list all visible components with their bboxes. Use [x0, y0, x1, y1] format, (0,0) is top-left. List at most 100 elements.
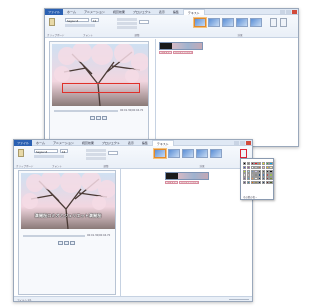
- color-swatch[interactable]: [258, 180, 262, 185]
- color-swatch[interactable]: [246, 177, 250, 181]
- close-button[interactable]: [292, 10, 297, 14]
- more-colors-item[interactable]: その他の色...: [243, 195, 257, 199]
- color-swatch[interactable]: [258, 173, 262, 177]
- duration-box[interactable]: [139, 20, 149, 24]
- font-size-box[interactable]: 16: [91, 18, 99, 23]
- color-swatch[interactable]: [258, 177, 262, 181]
- group-label: フォント: [82, 34, 93, 37]
- maximize-button[interactable]: [240, 141, 245, 145]
- duration-box[interactable]: [108, 151, 118, 155]
- effect-thumbnail[interactable]: [168, 149, 180, 158]
- option-row[interactable]: [117, 18, 137, 21]
- color-swatch[interactable]: [254, 169, 258, 173]
- option-row[interactable]: [86, 149, 106, 152]
- text-tag[interactable]: テキスト: [165, 181, 178, 184]
- maximize-button[interactable]: [286, 10, 291, 14]
- next-frame-button[interactable]: [102, 116, 107, 120]
- next-frame-button[interactable]: [70, 241, 75, 245]
- color-swatch[interactable]: [258, 169, 262, 173]
- effect-thumbnail[interactable]: [222, 18, 234, 27]
- color-swatch[interactable]: [261, 180, 266, 185]
- font-name-box[interactable]: Segoe UI: [34, 149, 58, 154]
- color-swatch[interactable]: [254, 173, 258, 177]
- color-swatch[interactable]: [261, 173, 266, 177]
- effect-thumbnail[interactable]: [196, 149, 208, 158]
- color-swatch[interactable]: [254, 165, 258, 169]
- effect-thumbnail[interactable]: [208, 18, 220, 27]
- paste-icon[interactable]: [49, 18, 55, 26]
- color-swatch[interactable]: [269, 177, 273, 181]
- text-tag[interactable]: テキスト: [159, 51, 172, 54]
- font-size-box[interactable]: 16: [60, 149, 68, 154]
- play-button[interactable]: [64, 241, 69, 245]
- color-swatch[interactable]: [258, 165, 262, 169]
- option-row[interactable]: [86, 157, 106, 160]
- font-name-box[interactable]: Segoe UI: [65, 18, 89, 23]
- option-row[interactable]: [86, 153, 106, 156]
- previous-frame-button[interactable]: [90, 116, 95, 120]
- color-swatch[interactable]: [254, 177, 258, 181]
- outline-color-button[interactable]: [240, 149, 247, 158]
- minimize-button[interactable]: [234, 141, 239, 145]
- color-swatch[interactable]: [250, 165, 254, 169]
- color-swatch[interactable]: [269, 180, 273, 185]
- color-swatch[interactable]: [243, 162, 247, 166]
- format-buttons[interactable]: [34, 155, 64, 158]
- zoom-slider[interactable]: [229, 298, 249, 300]
- color-swatch[interactable]: [265, 177, 269, 181]
- color-swatch[interactable]: [269, 162, 273, 166]
- effect-thumbnail-selected[interactable]: [194, 18, 206, 27]
- color-swatch[interactable]: [246, 162, 250, 166]
- color-swatch[interactable]: [265, 162, 269, 166]
- color-swatch[interactable]: [265, 165, 269, 169]
- color-swatch[interactable]: [254, 162, 258, 166]
- outline-color-button[interactable]: [270, 18, 277, 27]
- color-swatch[interactable]: [246, 169, 250, 173]
- color-swatch[interactable]: [269, 173, 273, 177]
- color-swatch[interactable]: [243, 180, 247, 185]
- color-swatch[interactable]: [243, 173, 247, 177]
- color-swatch[interactable]: [243, 177, 247, 181]
- color-swatch[interactable]: [246, 165, 250, 169]
- effect-thumbnail-selected[interactable]: [154, 149, 166, 158]
- option-row[interactable]: [117, 26, 137, 29]
- option-row[interactable]: [117, 22, 137, 25]
- format-buttons[interactable]: [65, 24, 95, 27]
- caption-tag[interactable]: ロミオとジュリエット: [179, 181, 199, 184]
- seek-bar[interactable]: [23, 235, 85, 237]
- color-swatch[interactable]: [265, 180, 269, 185]
- effect-thumbnail[interactable]: [236, 18, 248, 27]
- color-swatch[interactable]: [261, 162, 266, 166]
- video-clip[interactable]: [165, 172, 209, 180]
- color-swatch[interactable]: [250, 169, 254, 173]
- color-swatch[interactable]: [265, 169, 269, 173]
- minimize-button[interactable]: [280, 10, 285, 14]
- effect-thumbnail[interactable]: [210, 149, 222, 158]
- outline-size-button[interactable]: [280, 18, 287, 27]
- seek-bar[interactable]: [54, 110, 118, 112]
- color-swatch[interactable]: [265, 173, 269, 177]
- color-swatch[interactable]: [250, 162, 254, 166]
- color-swatch[interactable]: [250, 180, 254, 185]
- color-swatch[interactable]: [243, 169, 247, 173]
- video-clip[interactable]: [159, 42, 203, 50]
- paste-icon[interactable]: [18, 149, 24, 157]
- color-swatch[interactable]: [246, 173, 250, 177]
- color-swatch[interactable]: [258, 162, 262, 166]
- color-swatch[interactable]: [250, 177, 254, 181]
- color-swatch[interactable]: [250, 173, 254, 177]
- effect-thumbnail[interactable]: [250, 18, 262, 27]
- play-button[interactable]: [96, 116, 101, 120]
- color-swatch[interactable]: [269, 165, 273, 169]
- caption-tag[interactable]: ロミオとジュリエット: [173, 51, 193, 54]
- color-swatch[interactable]: [254, 180, 258, 185]
- close-button[interactable]: [246, 141, 251, 145]
- color-swatch[interactable]: [261, 177, 266, 181]
- previous-frame-button[interactable]: [58, 241, 63, 245]
- color-swatch[interactable]: [269, 169, 273, 173]
- color-swatch[interactable]: [243, 165, 247, 169]
- color-swatch[interactable]: [261, 165, 266, 169]
- effect-thumbnail[interactable]: [182, 149, 194, 158]
- color-swatch[interactable]: [261, 169, 266, 173]
- color-swatch[interactable]: [246, 180, 250, 185]
